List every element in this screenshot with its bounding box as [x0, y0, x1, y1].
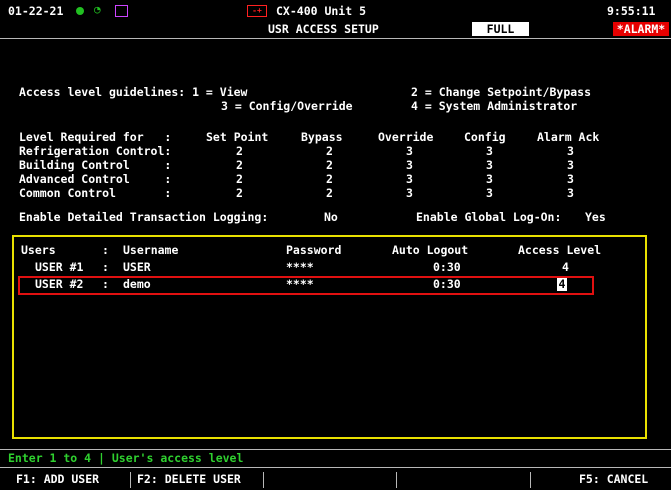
cell-value[interactable]: 2 — [326, 172, 333, 186]
fkey-divider — [530, 472, 531, 488]
date-readout: 01-22-21 — [8, 4, 64, 18]
fkey-divider — [396, 472, 397, 488]
cell-value[interactable]: 3 — [486, 186, 493, 200]
f1-add-user-button[interactable]: F1: ADD USER — [16, 468, 99, 488]
status-line: Enter 1 to 4 | User's access level — [0, 449, 671, 467]
row-label-common: Common Control : — [19, 186, 172, 200]
cell-value[interactable]: 2 — [326, 186, 333, 200]
cell-value[interactable]: 3 — [567, 158, 574, 172]
header-config: Config — [464, 130, 506, 144]
guideline-line1-left: Access level guidelines: 1 = View — [19, 85, 248, 99]
global-logon-label: Enable Global Log-On: — [416, 210, 562, 224]
alarm-badge[interactable]: *ALARM* — [613, 22, 669, 36]
row-sep: : — [102, 260, 109, 274]
auto-logout-cell[interactable]: 0:30 — [433, 277, 461, 291]
network-icon: ◔ — [94, 3, 101, 16]
f2-delete-user-button[interactable]: F2: DELETE USER — [137, 468, 241, 488]
function-key-bar: F1: ADD USER F2: DELETE USER F5: CANCEL — [0, 467, 671, 488]
guideline-line1-right: 2 = Change Setpoint/Bypass — [411, 85, 592, 99]
cell-value[interactable]: 2 — [236, 172, 243, 186]
title-bar: 01-22-21 ◔ -+ CX-400 Unit 5 USR ACCESS S… — [0, 0, 671, 39]
users-header-username: Username — [123, 243, 179, 257]
auto-logout-cell[interactable]: 0:30 — [433, 260, 461, 274]
device-title: CX-400 Unit 5 — [276, 4, 367, 18]
fkey-divider — [130, 472, 131, 488]
device-icon — [115, 5, 128, 17]
row-label-refrigeration: Refrigeration Control: — [19, 144, 172, 158]
access-level-cell[interactable]: 4 — [562, 260, 569, 274]
access-level-input[interactable]: 4 — [557, 278, 567, 291]
screen-title: USR ACCESS SETUP — [268, 22, 379, 36]
cell-value[interactable]: 3 — [567, 172, 574, 186]
cell-value[interactable]: 3 — [406, 158, 413, 172]
row-sep: : — [102, 277, 109, 291]
cell-value[interactable]: 2 — [236, 144, 243, 158]
f5-cancel-button[interactable]: F5: CANCEL — [579, 468, 648, 488]
cell-value[interactable]: 2 — [326, 144, 333, 158]
cell-value[interactable]: 2 — [326, 158, 333, 172]
logging-label: Enable Detailed Transaction Logging: — [19, 210, 269, 224]
logging-value[interactable]: No — [324, 210, 338, 224]
mode-badge: FULL — [472, 22, 529, 36]
cell-value[interactable]: 2 — [236, 158, 243, 172]
password-cell[interactable]: **** — [286, 260, 314, 274]
guideline-line2-left: 3 = Config/Override — [221, 99, 353, 113]
cell-value[interactable]: 3 — [406, 144, 413, 158]
global-logon-value[interactable]: Yes — [585, 210, 606, 224]
cell-value[interactable]: 3 — [486, 172, 493, 186]
username-cell[interactable]: demo — [123, 277, 151, 291]
user-id: USER #2 — [35, 277, 84, 291]
cell-value[interactable]: 3 — [406, 186, 413, 200]
header-bypass: Bypass — [301, 130, 343, 144]
status-dot-icon — [76, 7, 84, 15]
users-header-password: Password — [286, 243, 342, 257]
cell-value[interactable]: 2 — [236, 186, 243, 200]
cell-value[interactable]: 3 — [406, 172, 413, 186]
users-header-users: Users — [21, 243, 56, 257]
power-icon: -+ — [247, 5, 267, 17]
header-alarm-ack: Alarm Ack — [537, 130, 600, 144]
users-header-access-level: Access Level — [518, 243, 602, 257]
cell-value[interactable]: 3 — [567, 144, 574, 158]
row-label-building: Building Control : — [19, 158, 172, 172]
fkey-divider — [263, 472, 264, 488]
cell-value[interactable]: 3 — [486, 158, 493, 172]
users-header-auto-logout: Auto Logout — [392, 243, 469, 257]
user-id: USER #1 — [35, 260, 84, 274]
clock-readout: 9:55:11 — [607, 4, 656, 18]
cell-value[interactable]: 3 — [567, 186, 574, 200]
header-override: Override — [378, 130, 434, 144]
users-header-sep: : — [102, 243, 109, 257]
password-cell[interactable]: **** — [286, 277, 314, 291]
row-label-advanced: Advanced Control : — [19, 172, 172, 186]
header-set-point: Set Point — [206, 130, 269, 144]
guideline-line2-right: 4 = System Administrator — [411, 99, 578, 113]
cell-value[interactable]: 3 — [486, 144, 493, 158]
username-cell[interactable]: USER — [123, 260, 151, 274]
levels-header-label: Level Required for : — [19, 130, 172, 144]
status-text: Enter 1 to 4 | User's access level — [8, 451, 244, 465]
